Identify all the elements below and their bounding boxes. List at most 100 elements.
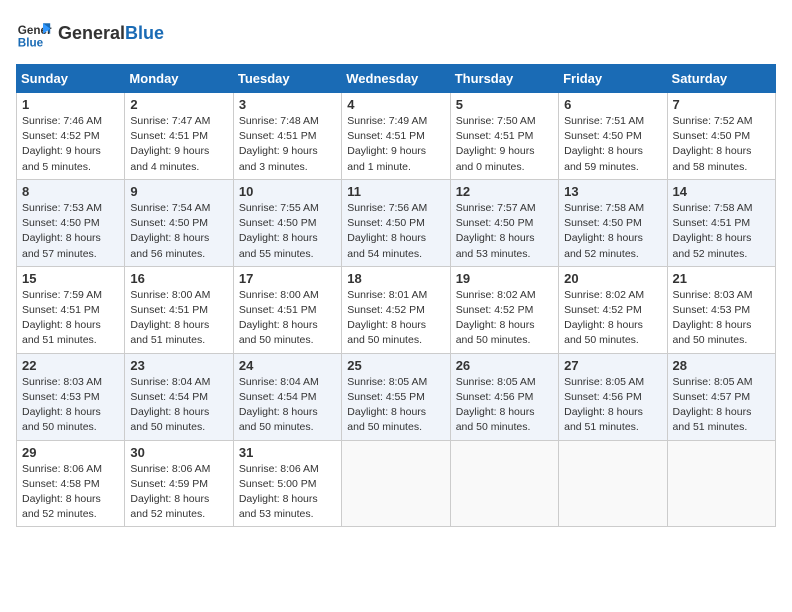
day-number: 20: [564, 271, 661, 286]
calendar-cell: 10 Sunrise: 7:55 AMSunset: 4:50 PMDaylig…: [233, 179, 341, 266]
calendar-cell: 6 Sunrise: 7:51 AMSunset: 4:50 PMDayligh…: [559, 93, 667, 180]
calendar-cell: 17 Sunrise: 8:00 AMSunset: 4:51 PMDaylig…: [233, 266, 341, 353]
calendar-cell: 27 Sunrise: 8:05 AMSunset: 4:56 PMDaylig…: [559, 353, 667, 440]
day-number: 11: [347, 184, 444, 199]
day-info: Sunrise: 7:51 AMSunset: 4:50 PMDaylight:…: [564, 115, 644, 173]
day-info: Sunrise: 7:47 AMSunset: 4:51 PMDaylight:…: [130, 115, 210, 173]
day-info: Sunrise: 7:58 AMSunset: 4:51 PMDaylight:…: [673, 202, 753, 260]
day-number: 28: [673, 358, 770, 373]
header-wednesday: Wednesday: [342, 65, 450, 93]
day-info: Sunrise: 8:04 AMSunset: 4:54 PMDaylight:…: [239, 376, 319, 434]
day-number: 17: [239, 271, 336, 286]
day-info: Sunrise: 7:58 AMSunset: 4:50 PMDaylight:…: [564, 202, 644, 260]
logo-text: GeneralBlue: [58, 24, 164, 44]
logo-icon: General Blue: [16, 16, 52, 52]
day-number: 30: [130, 445, 227, 460]
day-number: 2: [130, 97, 227, 112]
day-number: 5: [456, 97, 553, 112]
day-info: Sunrise: 8:01 AMSunset: 4:52 PMDaylight:…: [347, 289, 427, 347]
svg-text:Blue: Blue: [18, 37, 44, 50]
day-number: 18: [347, 271, 444, 286]
day-info: Sunrise: 7:46 AMSunset: 4:52 PMDaylight:…: [22, 115, 102, 173]
calendar-cell: 11 Sunrise: 7:56 AMSunset: 4:50 PMDaylig…: [342, 179, 450, 266]
calendar-cell: 22 Sunrise: 8:03 AMSunset: 4:53 PMDaylig…: [17, 353, 125, 440]
day-info: Sunrise: 7:53 AMSunset: 4:50 PMDaylight:…: [22, 202, 102, 260]
day-number: 10: [239, 184, 336, 199]
calendar-cell: 16 Sunrise: 8:00 AMSunset: 4:51 PMDaylig…: [125, 266, 233, 353]
calendar-cell: 29 Sunrise: 8:06 AMSunset: 4:58 PMDaylig…: [17, 440, 125, 527]
calendar-cell: 20 Sunrise: 8:02 AMSunset: 4:52 PMDaylig…: [559, 266, 667, 353]
calendar-cell: 4 Sunrise: 7:49 AMSunset: 4:51 PMDayligh…: [342, 93, 450, 180]
day-number: 1: [22, 97, 119, 112]
calendar-cell: 21 Sunrise: 8:03 AMSunset: 4:53 PMDaylig…: [667, 266, 775, 353]
header: General Blue GeneralBlue: [16, 16, 776, 52]
day-number: 12: [456, 184, 553, 199]
calendar-cell: 3 Sunrise: 7:48 AMSunset: 4:51 PMDayligh…: [233, 93, 341, 180]
day-info: Sunrise: 8:06 AMSunset: 4:58 PMDaylight:…: [22, 463, 102, 521]
day-info: Sunrise: 8:05 AMSunset: 4:55 PMDaylight:…: [347, 376, 427, 434]
day-info: Sunrise: 8:00 AMSunset: 4:51 PMDaylight:…: [239, 289, 319, 347]
calendar-cell: 28 Sunrise: 8:05 AMSunset: 4:57 PMDaylig…: [667, 353, 775, 440]
day-info: Sunrise: 8:03 AMSunset: 4:53 PMDaylight:…: [673, 289, 753, 347]
calendar-cell: [450, 440, 558, 527]
day-number: 29: [22, 445, 119, 460]
week-row-4: 22 Sunrise: 8:03 AMSunset: 4:53 PMDaylig…: [17, 353, 776, 440]
calendar-cell: 23 Sunrise: 8:04 AMSunset: 4:54 PMDaylig…: [125, 353, 233, 440]
calendar-cell: 30 Sunrise: 8:06 AMSunset: 4:59 PMDaylig…: [125, 440, 233, 527]
logo: General Blue GeneralBlue: [16, 16, 164, 52]
calendar-cell: 9 Sunrise: 7:54 AMSunset: 4:50 PMDayligh…: [125, 179, 233, 266]
day-number: 6: [564, 97, 661, 112]
day-info: Sunrise: 8:02 AMSunset: 4:52 PMDaylight:…: [564, 289, 644, 347]
calendar-cell: 7 Sunrise: 7:52 AMSunset: 4:50 PMDayligh…: [667, 93, 775, 180]
day-number: 21: [673, 271, 770, 286]
day-number: 31: [239, 445, 336, 460]
day-info: Sunrise: 7:52 AMSunset: 4:50 PMDaylight:…: [673, 115, 753, 173]
day-number: 22: [22, 358, 119, 373]
day-info: Sunrise: 7:49 AMSunset: 4:51 PMDaylight:…: [347, 115, 427, 173]
calendar-cell: 12 Sunrise: 7:57 AMSunset: 4:50 PMDaylig…: [450, 179, 558, 266]
day-number: 15: [22, 271, 119, 286]
calendar-cell: 1 Sunrise: 7:46 AMSunset: 4:52 PMDayligh…: [17, 93, 125, 180]
day-info: Sunrise: 8:00 AMSunset: 4:51 PMDaylight:…: [130, 289, 210, 347]
day-info: Sunrise: 8:04 AMSunset: 4:54 PMDaylight:…: [130, 376, 210, 434]
day-number: 3: [239, 97, 336, 112]
header-sunday: Sunday: [17, 65, 125, 93]
calendar-cell: 24 Sunrise: 8:04 AMSunset: 4:54 PMDaylig…: [233, 353, 341, 440]
day-number: 14: [673, 184, 770, 199]
calendar-cell: 25 Sunrise: 8:05 AMSunset: 4:55 PMDaylig…: [342, 353, 450, 440]
day-info: Sunrise: 8:05 AMSunset: 4:56 PMDaylight:…: [456, 376, 536, 434]
header-thursday: Thursday: [450, 65, 558, 93]
day-number: 19: [456, 271, 553, 286]
day-number: 9: [130, 184, 227, 199]
day-number: 8: [22, 184, 119, 199]
calendar-cell: 13 Sunrise: 7:58 AMSunset: 4:50 PMDaylig…: [559, 179, 667, 266]
week-row-5: 29 Sunrise: 8:06 AMSunset: 4:58 PMDaylig…: [17, 440, 776, 527]
day-info: Sunrise: 7:56 AMSunset: 4:50 PMDaylight:…: [347, 202, 427, 260]
calendar-cell: 2 Sunrise: 7:47 AMSunset: 4:51 PMDayligh…: [125, 93, 233, 180]
day-info: Sunrise: 7:50 AMSunset: 4:51 PMDaylight:…: [456, 115, 536, 173]
calendar-header-row: SundayMondayTuesdayWednesdayThursdayFrid…: [17, 65, 776, 93]
day-number: 16: [130, 271, 227, 286]
calendar-cell: 18 Sunrise: 8:01 AMSunset: 4:52 PMDaylig…: [342, 266, 450, 353]
week-row-1: 1 Sunrise: 7:46 AMSunset: 4:52 PMDayligh…: [17, 93, 776, 180]
day-info: Sunrise: 7:54 AMSunset: 4:50 PMDaylight:…: [130, 202, 210, 260]
header-tuesday: Tuesday: [233, 65, 341, 93]
day-number: 7: [673, 97, 770, 112]
calendar-cell: 14 Sunrise: 7:58 AMSunset: 4:51 PMDaylig…: [667, 179, 775, 266]
week-row-3: 15 Sunrise: 7:59 AMSunset: 4:51 PMDaylig…: [17, 266, 776, 353]
day-info: Sunrise: 7:55 AMSunset: 4:50 PMDaylight:…: [239, 202, 319, 260]
day-number: 24: [239, 358, 336, 373]
calendar-cell: [342, 440, 450, 527]
calendar-cell: [559, 440, 667, 527]
day-info: Sunrise: 8:05 AMSunset: 4:56 PMDaylight:…: [564, 376, 644, 434]
header-monday: Monday: [125, 65, 233, 93]
day-number: 25: [347, 358, 444, 373]
calendar-cell: 19 Sunrise: 8:02 AMSunset: 4:52 PMDaylig…: [450, 266, 558, 353]
calendar-cell: 15 Sunrise: 7:59 AMSunset: 4:51 PMDaylig…: [17, 266, 125, 353]
day-info: Sunrise: 7:48 AMSunset: 4:51 PMDaylight:…: [239, 115, 319, 173]
header-friday: Friday: [559, 65, 667, 93]
calendar-cell: 8 Sunrise: 7:53 AMSunset: 4:50 PMDayligh…: [17, 179, 125, 266]
calendar-cell: 5 Sunrise: 7:50 AMSunset: 4:51 PMDayligh…: [450, 93, 558, 180]
calendar-table: SundayMondayTuesdayWednesdayThursdayFrid…: [16, 64, 776, 527]
day-info: Sunrise: 8:06 AMSunset: 4:59 PMDaylight:…: [130, 463, 210, 521]
